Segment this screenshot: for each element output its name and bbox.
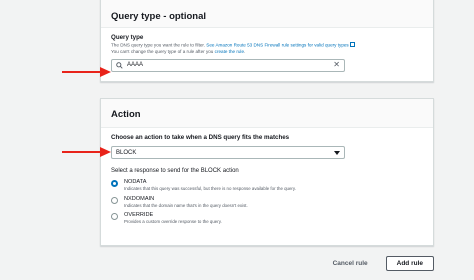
form-actions: Cancel rule Add rule <box>325 256 434 271</box>
query-type-panel: Query type - optional Query type The DNS… <box>100 0 434 82</box>
query-type-note-suffix: . <box>244 48 246 54</box>
action-body: Choose an action to take when a DNS quer… <box>101 128 433 225</box>
query-type-desc-text: The DNS query type you want the rule to … <box>111 42 207 48</box>
radio-option-nxdomain[interactable]: NXDOMAIN Indicates that the domain name … <box>111 196 423 209</box>
external-link-icon <box>349 42 355 47</box>
query-type-description: The DNS query type you want the rule to … <box>111 42 423 49</box>
radio-button[interactable] <box>111 213 118 221</box>
query-type-note: You can't change the query type of a rul… <box>111 49 423 55</box>
cancel-button[interactable]: Cancel rule <box>325 257 376 270</box>
action-select[interactable]: BLOCK <box>111 146 345 159</box>
radio-option-title: NODATA <box>124 179 147 185</box>
action-label: Choose an action to take when a DNS quer… <box>111 134 290 141</box>
radio-option-override[interactable]: OVERRIDE Provides a custom override resp… <box>111 212 423 225</box>
action-title: Action <box>111 109 141 120</box>
radio-option-desc: Provides a custom override response to t… <box>124 219 222 225</box>
radio-option-title: OVERRIDE <box>124 212 154 219</box>
radio-option-nodata[interactable]: NODATA Indicates that this query was suc… <box>111 179 423 192</box>
radio-option-desc: Indicates that this query was successful… <box>124 186 296 191</box>
action-select-value: BLOCK <box>116 149 137 156</box>
search-icon <box>116 62 123 69</box>
add-rule-button[interactable]: Add rule <box>385 256 434 271</box>
action-panel: Action Choose an action to take when a D… <box>100 98 434 246</box>
radio-option-desc: Indicates that the domain name that's in… <box>124 202 248 208</box>
annotation-arrow-icon <box>62 147 111 157</box>
query-type-body: Query type The DNS query type you want t… <box>101 28 433 72</box>
annotation-arrow-icon <box>62 67 111 77</box>
query-type-input[interactable]: AAAA ✕ <box>111 58 345 72</box>
response-label: Select a response to send for the BLOCK … <box>111 168 239 174</box>
query-type-note-text: You can't change the query type of a rul… <box>111 48 215 54</box>
query-type-label: Query type <box>111 34 144 41</box>
query-type-title: Query type - optional <box>111 11 207 22</box>
caret-down-icon <box>334 150 340 155</box>
clear-icon[interactable]: ✕ <box>333 61 340 69</box>
action-header: Action <box>101 99 433 128</box>
query-type-value: AAAA <box>127 62 144 69</box>
create-rule-link[interactable]: create the rule <box>215 49 244 54</box>
radio-option-title: NXDOMAIN <box>124 195 155 202</box>
radio-button-checked[interactable] <box>111 180 118 187</box>
query-type-header: Query type - optional <box>101 0 433 28</box>
radio-button[interactable] <box>111 196 118 204</box>
query-types-link[interactable]: See Amazon Route 53 DNS Firewall rule se… <box>206 43 348 48</box>
